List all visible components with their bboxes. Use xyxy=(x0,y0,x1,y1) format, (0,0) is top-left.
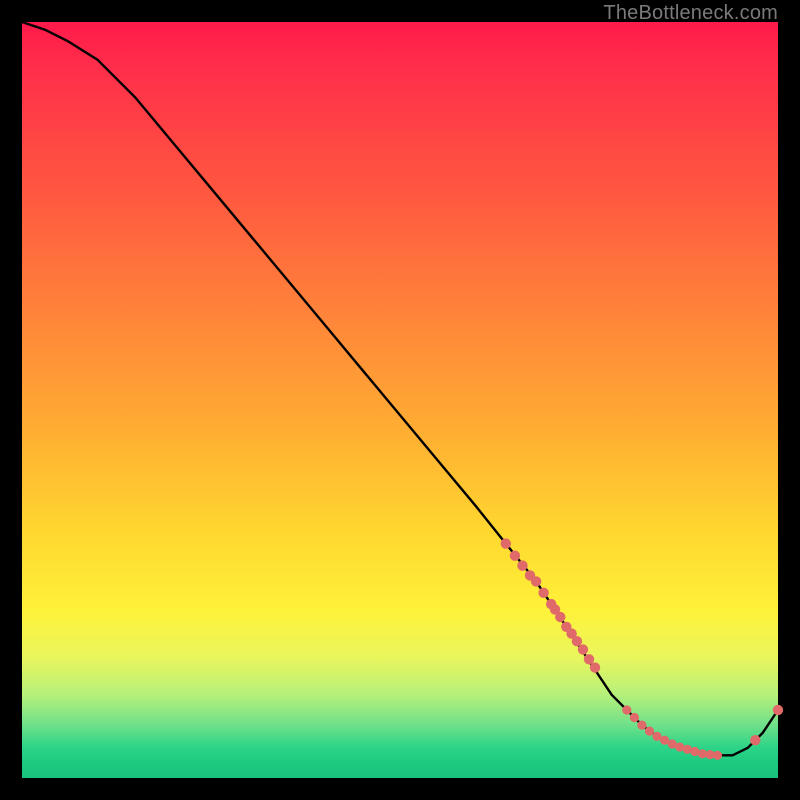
watermark-text: TheBottleneck.com xyxy=(603,2,778,25)
marker-cluster-upper xyxy=(501,538,601,672)
chart-plot-area xyxy=(22,22,778,778)
data-point xyxy=(578,644,588,654)
data-point xyxy=(584,654,594,664)
data-point xyxy=(517,560,527,570)
data-point xyxy=(630,713,639,722)
data-point xyxy=(645,727,654,736)
data-point xyxy=(713,751,722,760)
data-point xyxy=(572,636,582,646)
data-point xyxy=(750,735,760,745)
chart-frame: TheBottleneck.com xyxy=(0,0,800,800)
data-point xyxy=(622,705,631,714)
data-point xyxy=(773,705,783,715)
data-point xyxy=(555,612,565,622)
data-point xyxy=(510,551,520,561)
data-point xyxy=(538,588,548,598)
data-point xyxy=(590,662,600,672)
chart-svg xyxy=(22,22,778,778)
bottleneck-curve xyxy=(22,22,778,755)
data-point xyxy=(501,538,511,548)
data-point xyxy=(531,576,541,586)
marker-cluster-flat xyxy=(622,705,722,760)
data-point xyxy=(637,721,646,730)
